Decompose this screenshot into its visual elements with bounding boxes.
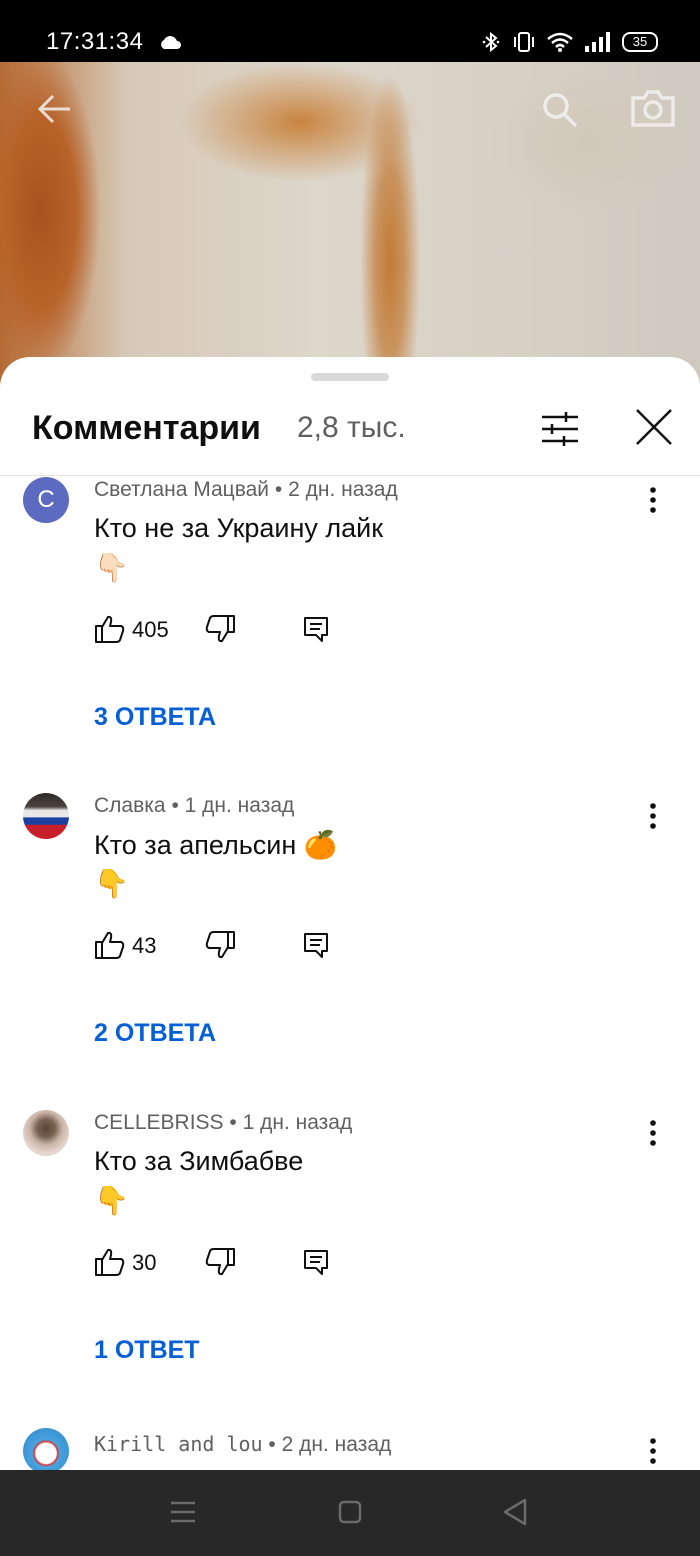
bluetooth-icon xyxy=(482,31,500,53)
reply-icon[interactable] xyxy=(302,615,330,643)
comment-author[interactable]: Светлана Мацвай xyxy=(94,478,269,501)
comment-time: 1 дн. назад xyxy=(242,1111,353,1134)
reply-icon[interactable] xyxy=(302,1248,330,1276)
comment-meta: CELLEBRISS • 1 дн. назад xyxy=(94,1111,352,1135)
avatar[interactable] xyxy=(23,1428,69,1470)
meta-separator: • xyxy=(274,478,283,501)
comment-meta: Светлана Мацвай • 2 дн. назад xyxy=(94,478,398,502)
replies-button[interactable]: 1 ОТВЕТ xyxy=(94,1336,200,1365)
system-nav-bar xyxy=(0,1470,700,1556)
comment-actions: 30 xyxy=(94,1246,354,1286)
comment-actions: 405 xyxy=(94,613,354,653)
comments-count: 2,8 тыс. xyxy=(297,411,406,444)
comment-item: С Светлана Мацвай • 2 дн. назад Кто не з… xyxy=(0,477,700,737)
replies-button[interactable]: 2 ОТВЕТА xyxy=(94,1019,216,1048)
comments-header: Комментарии 2,8 тыс. xyxy=(0,387,700,476)
comment-meta: Славка • 1 дн. назад xyxy=(94,794,294,818)
comment-author[interactable]: Славка xyxy=(94,794,166,817)
status-bar: 17:31:34 35 xyxy=(0,0,700,62)
thumbs-up-icon[interactable] xyxy=(94,613,126,645)
avatar[interactable] xyxy=(23,1110,69,1156)
close-icon[interactable] xyxy=(634,407,674,447)
vibrate-icon xyxy=(514,32,534,52)
comment-text: Кто за Зимбабве xyxy=(94,1146,304,1176)
thumbs-down-icon[interactable] xyxy=(204,929,236,961)
more-options-icon[interactable] xyxy=(640,485,666,515)
filter-icon[interactable] xyxy=(540,409,580,449)
menu-icon[interactable] xyxy=(170,1500,196,1524)
comment-item: Славка • 1 дн. назад Кто за апельсин 🍊 👇… xyxy=(0,793,700,1053)
comment-item: CELLEBRISS • 1 дн. назад Кто за Зимбабве… xyxy=(0,1110,700,1370)
comment-emoji: 👇 xyxy=(94,1185,129,1216)
like-count: 405 xyxy=(132,617,169,642)
comment-meta: Kirill and lou • 2 дн. назад xyxy=(94,1432,391,1457)
back-arrow-icon[interactable] xyxy=(36,90,74,128)
signal-icon xyxy=(585,32,610,52)
search-icon[interactable] xyxy=(540,90,580,130)
comment-text: Кто за апельсин 🍊 xyxy=(94,830,338,860)
avatar[interactable]: С xyxy=(23,477,69,523)
cloud-icon xyxy=(161,36,181,49)
comment-author[interactable]: Kirill and lou xyxy=(94,1432,263,1456)
comment-author[interactable]: CELLEBRISS xyxy=(94,1111,224,1134)
camera-icon[interactable] xyxy=(630,88,676,128)
avatar[interactable] xyxy=(23,793,69,839)
comments-panel: Комментарии 2,8 тыс. С Светлана Мацвай •… xyxy=(0,357,700,1470)
comment-actions: 43 xyxy=(94,929,354,969)
battery-icon: 35 xyxy=(622,32,658,52)
thumbs-down-icon[interactable] xyxy=(204,613,236,645)
meta-separator: • xyxy=(171,794,179,817)
replies-button[interactable]: 3 ОТВЕТА xyxy=(94,703,216,732)
comment-emoji: 👇 xyxy=(94,868,129,899)
thumbs-up-icon[interactable] xyxy=(94,1246,126,1278)
comment-item: Kirill and lou • 2 дн. назад xyxy=(0,1428,700,1470)
more-options-icon[interactable] xyxy=(640,1436,666,1466)
back-icon[interactable] xyxy=(502,1498,528,1526)
thumbs-down-icon[interactable] xyxy=(204,1246,236,1278)
more-options-icon[interactable] xyxy=(640,1118,666,1148)
comments-title: Комментарии xyxy=(32,409,261,447)
drag-handle[interactable] xyxy=(311,373,389,381)
comment-time: 1 дн. назад xyxy=(184,794,295,817)
like-count: 30 xyxy=(132,1250,157,1275)
video-player[interactable] xyxy=(0,62,700,392)
reply-icon[interactable] xyxy=(302,931,330,959)
comment-time: 2 дн. назад xyxy=(281,1433,392,1456)
status-time: 17:31:34 xyxy=(46,28,144,55)
comment-text: Кто не за Украину лайк xyxy=(94,513,384,543)
more-options-icon[interactable] xyxy=(640,801,666,831)
wifi-icon xyxy=(547,32,573,52)
home-icon[interactable] xyxy=(338,1500,362,1524)
like-count: 43 xyxy=(132,933,157,958)
meta-separator: • xyxy=(229,1111,237,1134)
comment-emoji: 👇🏻 xyxy=(94,552,129,583)
meta-separator: • xyxy=(268,1433,276,1456)
comment-time: 2 дн. назад xyxy=(288,478,398,501)
thumbs-up-icon[interactable] xyxy=(94,929,126,961)
